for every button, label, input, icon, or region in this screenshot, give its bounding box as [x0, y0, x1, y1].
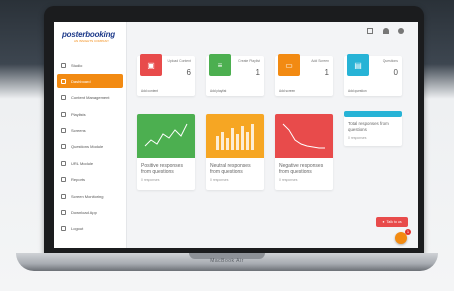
total-card-accent: [344, 111, 402, 117]
sidebar-item-label: URL Module: [71, 160, 94, 166]
chat-bubble-icon: ●: [382, 220, 385, 224]
sidebar-item-playlists[interactable]: Playlists: [57, 107, 123, 121]
sidebar-item-url[interactable]: URL Module: [57, 156, 123, 170]
app-screen: posterbooking AN INSIGHTS COMPANY Studio…: [54, 22, 418, 248]
question-icon: [61, 144, 66, 150]
sidebar-item-label: Questions Module: [71, 144, 104, 150]
sidebar-item-label: Content Management: [71, 95, 110, 101]
report-icon: [61, 177, 66, 183]
sidebar-item-label: Download App: [71, 210, 97, 216]
brand-tagline: AN INSIGHTS COMPANY: [74, 39, 109, 43]
sidebar-item-download[interactable]: Download App: [57, 206, 123, 220]
stat-card-playlist[interactable]: ≡ Create Playlist 1 Add playlist: [206, 54, 264, 96]
dashboard-icon: [61, 78, 66, 84]
negative-chart: [275, 114, 333, 158]
sidebar-item-logout[interactable]: Logout: [57, 222, 123, 236]
chart-title: Negative responses from questions: [279, 163, 324, 175]
stat-value: 1: [255, 68, 260, 77]
user-icon[interactable]: [398, 28, 404, 34]
sidebar-item-label: Studio: [71, 62, 83, 68]
sidebar-menu: Studio Dashboard Content Management Play…: [57, 58, 123, 238]
chart-subtitle: 0 responses: [141, 178, 160, 182]
sidebar: posterbooking AN INSIGHTS COMPANY Studio…: [54, 22, 127, 248]
image-icon: ▣: [140, 54, 162, 76]
bell-icon[interactable]: [383, 28, 389, 34]
screen-icon: [61, 128, 66, 134]
sidebar-item-label: Screens: [71, 128, 86, 134]
add-question-link[interactable]: Add question: [348, 89, 367, 93]
brand-logo[interactable]: posterbooking: [62, 30, 115, 39]
stat-label: Add Screen: [311, 59, 329, 63]
total-title: Total responses from questions: [348, 121, 389, 132]
sidebar-item-label: Screen Monitoring: [71, 193, 104, 199]
playlist-add-icon: ≡: [209, 54, 231, 76]
chat-badge: 1: [405, 229, 411, 235]
stat-card-content[interactable]: ▣ Upload Content 6 Add content: [137, 54, 195, 96]
chart-card-neutral[interactable]: Neutral responses from questions 0 respo…: [206, 114, 264, 190]
stat-card-screen[interactable]: ▭ Add Screen 1 Add screen: [275, 54, 333, 96]
sidebar-item-label: Reports: [71, 177, 86, 183]
stat-value: 1: [324, 68, 329, 77]
sidebar-item-screens[interactable]: Screens: [57, 124, 123, 138]
talk-to-us-button[interactable]: ● Talk to us: [376, 217, 408, 227]
logout-icon: [61, 226, 66, 232]
sidebar-item-label: Logout: [71, 226, 84, 232]
screen-add-icon: ▭: [278, 54, 300, 76]
stat-value: 0: [393, 68, 398, 77]
chart-subtitle: 0 responses: [279, 178, 298, 182]
chart-card-negative[interactable]: Negative responses from questions 0 resp…: [275, 114, 333, 190]
chart-card-positive[interactable]: Positive responses from questions 0 resp…: [137, 114, 195, 190]
chart-title: Neutral responses from questions: [210, 163, 251, 175]
stat-label: Create Playlist: [238, 59, 260, 63]
chart-title: Positive responses from questions: [141, 163, 183, 175]
sidebar-item-dashboard[interactable]: Dashboard: [57, 74, 123, 89]
chart-subtitle: 0 responses: [210, 178, 229, 182]
positive-chart: [137, 114, 195, 158]
sidebar-item-label: Dashboard: [71, 78, 91, 84]
grid-icon[interactable]: [367, 28, 373, 34]
content-icon: [61, 95, 66, 101]
add-playlist-link[interactable]: Add playlist: [210, 89, 226, 93]
monitor-icon: [61, 193, 66, 199]
neutral-chart: [206, 114, 264, 158]
link-icon: [61, 160, 66, 166]
stat-card-questions[interactable]: ▤ Questions 0 Add question: [344, 54, 402, 96]
download-icon: [61, 210, 66, 216]
laptop-label: MacBook Air: [210, 258, 244, 264]
sidebar-item-studio[interactable]: Studio: [57, 58, 123, 72]
sidebar-item-reports[interactable]: Reports: [57, 173, 123, 187]
total-responses-card[interactable]: Total responses from questions 0 respons…: [344, 111, 402, 146]
add-screen-link[interactable]: Add screen: [279, 89, 295, 93]
user-icon: [61, 62, 66, 68]
total-subtitle: 0 responses: [348, 136, 367, 140]
playlist-icon: [61, 111, 66, 117]
sidebar-item-label: Playlists: [71, 111, 86, 117]
sidebar-item-monitoring[interactable]: Screen Monitoring: [57, 189, 123, 203]
stat-label: Upload Content: [167, 59, 191, 63]
chat-icon: ▤: [347, 54, 369, 76]
sidebar-item-questions[interactable]: Questions Module: [57, 140, 123, 154]
stat-label: Questions: [382, 59, 398, 63]
stat-value: 6: [186, 68, 191, 77]
talk-label: Talk to us: [386, 220, 402, 224]
add-content-link[interactable]: Add content: [141, 89, 158, 93]
sidebar-item-content[interactable]: Content Management: [57, 91, 123, 105]
topbar: [126, 22, 418, 42]
